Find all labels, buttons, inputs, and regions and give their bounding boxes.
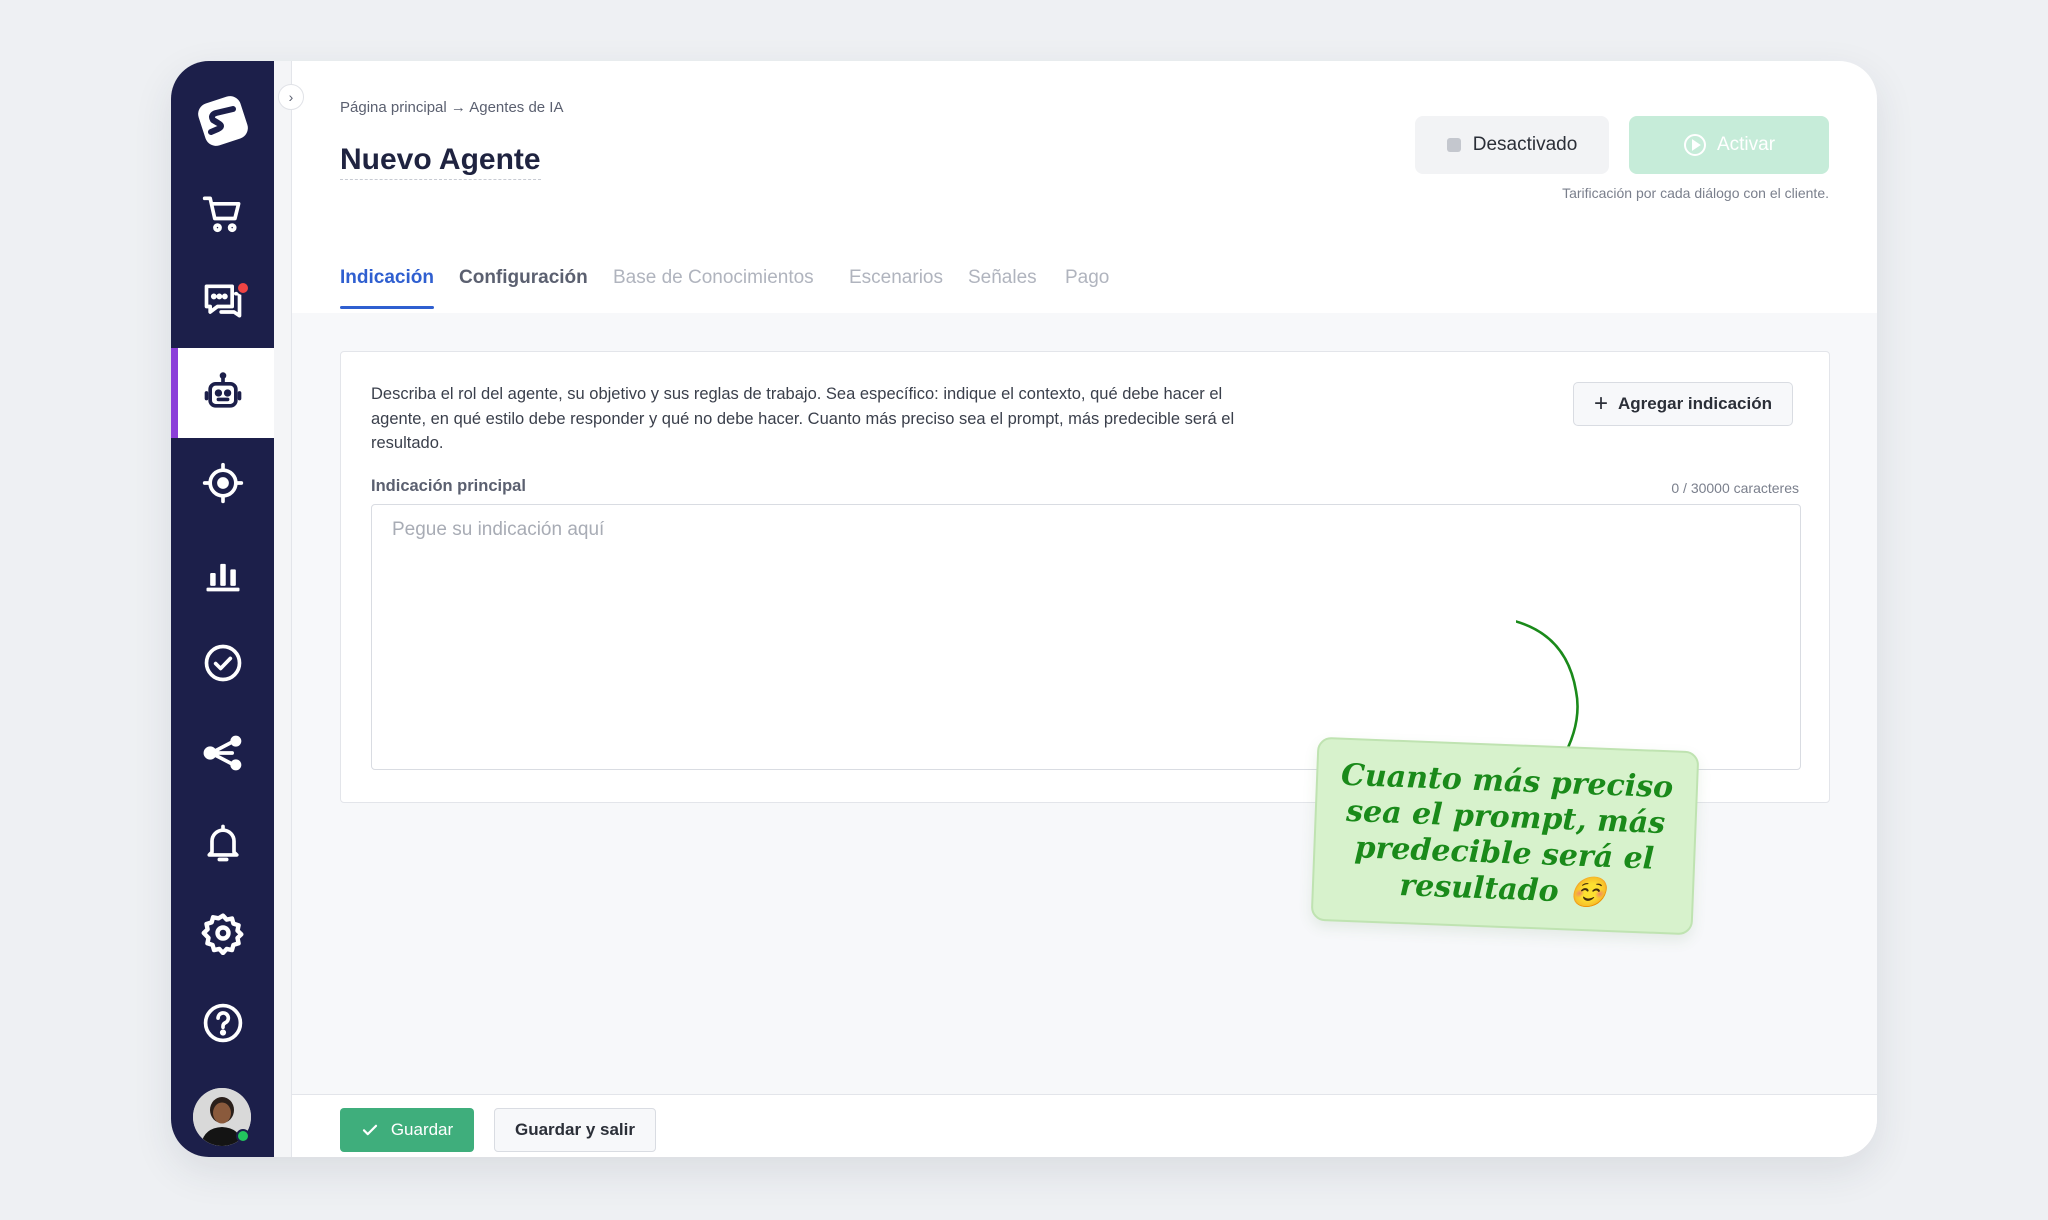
status-indicator-icon	[1446, 138, 1461, 152]
main-prompt-label: Indicación principal	[371, 477, 526, 495]
char-counter: 0 / 30000 caracteres	[1671, 480, 1799, 496]
save-label: Guardar	[390, 1120, 454, 1139]
logo-icon[interactable]	[189, 87, 257, 155]
add-prompt-button[interactable]: + Agregar indicación	[1573, 382, 1793, 426]
sidebar-item-help[interactable]	[171, 978, 274, 1068]
sidebar-item-ai-agents[interactable]	[171, 348, 274, 438]
save-and-exit-button[interactable]: Guardar y salir	[494, 1108, 656, 1152]
activate-label: Activar	[1716, 134, 1776, 155]
check-circle-icon	[204, 644, 241, 682]
sidebar	[171, 61, 274, 1157]
cart-icon	[202, 196, 240, 233]
activate-button[interactable]: Activar	[1629, 116, 1829, 174]
notification-badge	[236, 281, 250, 295]
online-status-dot	[236, 1129, 250, 1143]
bell-icon	[206, 824, 239, 862]
status-label: Desactivado	[1472, 134, 1578, 155]
breadcrumb[interactable]: Página principal → Agentes de IA	[340, 99, 563, 116]
sidebar-item-shop[interactable]	[171, 168, 274, 258]
sidebar-item-analytics[interactable]	[171, 528, 274, 618]
sticky-note-text: Cuanto más preciso sea el prompt, más pr…	[1340, 757, 1674, 911]
tab-indicacion[interactable]: Indicación	[340, 267, 434, 317]
bar-chart-icon	[206, 563, 239, 592]
sidebar-item-notifications[interactable]	[171, 798, 274, 888]
target-icon	[202, 462, 243, 504]
share-icon	[203, 735, 241, 771]
plus-icon: +	[1594, 390, 1609, 417]
status-toggle-button[interactable]: Desactivado	[1415, 116, 1609, 174]
arrow-annotation-icon	[1516, 620, 1579, 761]
app-window: › Página principal → Agentes de IA Nuevo…	[171, 61, 1877, 1157]
tab-senales[interactable]: Señales	[968, 267, 1037, 317]
checkmark-icon	[362, 1124, 377, 1136]
pricing-note: Tarificación por cada diálogo con el cli…	[1562, 185, 1829, 201]
tab-base-conocimientos[interactable]: Base de Conocimientos	[613, 267, 814, 317]
page-title[interactable]: Nuevo Agente	[340, 143, 541, 180]
sidebar-item-integrations[interactable]	[171, 708, 274, 798]
prompt-description: Describa el rol del agente, su objetivo …	[371, 385, 1235, 452]
sidebar-item-tasks[interactable]	[171, 618, 274, 708]
sidebar-item-settings[interactable]	[171, 888, 274, 978]
sidebar-item-targeting[interactable]	[171, 438, 274, 528]
tab-pago[interactable]: Pago	[1065, 267, 1109, 317]
play-circle-icon	[1683, 134, 1706, 156]
tab-escenarios[interactable]: Escenarios	[849, 267, 943, 317]
robot-icon	[204, 372, 241, 408]
sidebar-edge	[274, 61, 292, 1157]
help-icon	[203, 1003, 242, 1043]
save-button[interactable]: Guardar	[340, 1108, 474, 1152]
sidebar-item-chats[interactable]	[171, 256, 274, 346]
add-prompt-label: Agregar indicación	[1618, 394, 1772, 413]
footer-bar: Guardar Guardar y salir	[292, 1094, 1877, 1157]
gear-icon	[201, 913, 244, 955]
main-content: Página principal → Agentes de IA Nuevo A…	[292, 61, 1877, 1157]
tab-configuracion[interactable]: Configuración	[459, 267, 588, 317]
sticky-note: Cuanto más preciso sea el prompt, más pr…	[1310, 736, 1700, 936]
